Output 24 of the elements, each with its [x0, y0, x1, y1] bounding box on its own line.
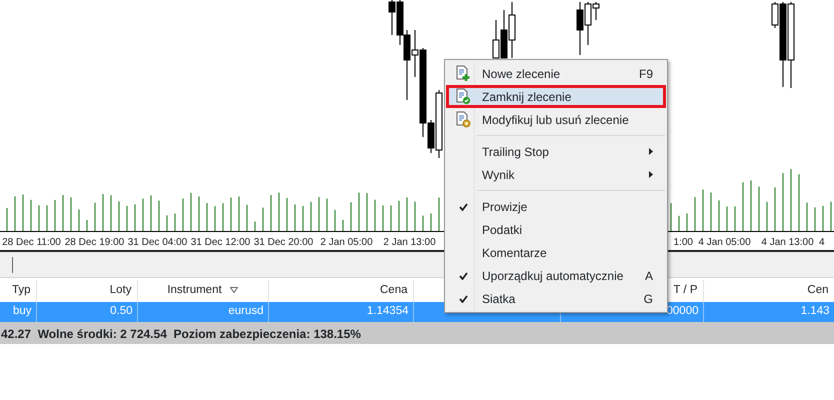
axis-label: 31 Dec 20:00: [254, 237, 314, 248]
status-bar: 42.27 Wolne środki: 2 724.54 Poziom zabezpieczenia: 138.15%: [0, 322, 834, 344]
menu-item[interactable]: Modyfikuj lub usuń zlecenie: [446, 108, 666, 131]
menu-item[interactable]: Uporządkuj automatycznie A: [446, 264, 666, 287]
add-document-icon: [455, 65, 471, 82]
menu-item[interactable]: Trailing Stop: [446, 140, 666, 163]
menu-item[interactable]: Nowe zlecenie F9: [446, 62, 666, 85]
axis-label: 2 Jan 13:00: [383, 237, 436, 248]
axis-label: 4 Jan 13:00: [761, 237, 814, 248]
axis-label: 31 Dec 04:00: [128, 237, 188, 248]
axis-label: 2 Jan 05:00: [320, 237, 373, 248]
axis-label: 31 Dec 12:00: [190, 237, 250, 248]
menu-item[interactable]: Prowizje: [446, 195, 666, 218]
menu-item[interactable]: Zamknij zlecenie: [446, 85, 666, 108]
document-gear-icon: [455, 111, 471, 128]
menu-item[interactable]: Wynik: [446, 163, 666, 186]
axis-label: 28 Dec 11:00: [2, 237, 61, 248]
axis-label: 1:00: [674, 237, 693, 248]
document-check-icon: [455, 88, 471, 105]
menu-item[interactable]: Podatki: [446, 218, 666, 241]
axis-label: 28 Dec 19:00: [64, 237, 124, 248]
axis-label: 4 Jan 05:00: [698, 237, 751, 248]
menu-item[interactable]: Komentarze: [446, 241, 666, 264]
axis-label: 4: [819, 237, 825, 248]
